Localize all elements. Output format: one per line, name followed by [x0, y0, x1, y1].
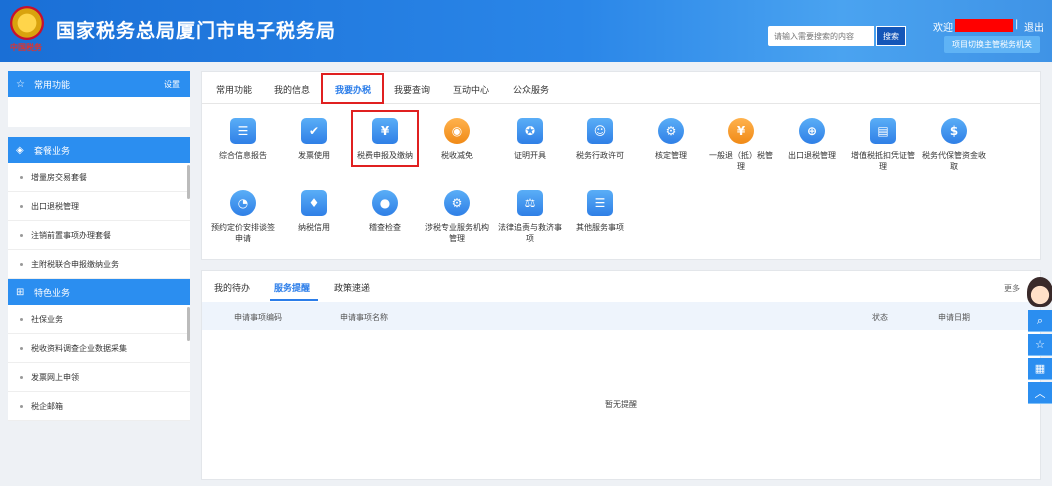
report-icon: ☰ [230, 118, 256, 144]
tab-interaction[interactable]: 互动中心 [453, 83, 489, 96]
compass-icon: ◔ [230, 190, 256, 216]
service-item[interactable]: ▤ 增值税抵扣凭证管理 [848, 118, 918, 172]
assistant-avatar-icon[interactable] [1027, 277, 1052, 307]
site-title: 国家税务总局厦门市电子税务局 [56, 20, 337, 42]
sidebar-item[interactable]: 社保业务 [8, 305, 190, 334]
sidebar-section-label: 特色业务 [34, 288, 71, 299]
more-link[interactable]: 更多 [1004, 283, 1020, 294]
welcome-text: 欢迎 [933, 23, 953, 34]
sidebar-item[interactable]: 主附税联合申报缴纳业务 [8, 250, 190, 279]
highlight-box [321, 73, 384, 104]
grid-icon: ⊞ [16, 286, 25, 298]
special-list: 社保业务 税收资料调查企业数据采集 发票网上申领 税企邮箱 [8, 305, 190, 421]
service-item[interactable]: ⚙ 涉税专业服务机构管理 [422, 190, 492, 244]
service-item[interactable]: ✔ 发票使用 [279, 118, 349, 161]
credit-shield-icon: ♦ [301, 190, 327, 216]
document-list-icon: ☰ [587, 190, 613, 216]
emblem-text: 中国税务 [10, 42, 42, 52]
search-input[interactable] [768, 26, 874, 46]
tab-my-info[interactable]: 我的信息 [274, 83, 310, 96]
coin-icon: ◉ [444, 118, 470, 144]
column-header: 状态 [872, 313, 888, 322]
active-tab-underline [270, 299, 318, 301]
common-functions-area [8, 97, 190, 127]
refund-icon: ¥ [728, 118, 754, 144]
sidebar: ☆ 常用功能 设置 ◈ 套餐业务 增量房交易套餐 出口退税管理 注销前置事项办理… [8, 71, 190, 421]
money-bag-icon: $ [941, 118, 967, 144]
service-item[interactable]: ⊕ 出口退税管理 [777, 118, 847, 161]
search-button[interactable]: 搜索 [876, 26, 906, 46]
sidebar-section-common[interactable]: ☆ 常用功能 设置 [8, 71, 190, 97]
service-item[interactable]: $ 税务代保管资金收取 [919, 118, 989, 172]
service-item[interactable]: ● 稽查检查 [350, 190, 420, 233]
chevron-up-icon[interactable]: ︿ [1028, 382, 1052, 404]
voucher-icon: ▤ [870, 118, 896, 144]
license-icon: ☺ [587, 118, 613, 144]
user-gear-icon: ⚙ [658, 118, 684, 144]
switch-tax-office-button[interactable]: 项目切换主管税务机关 [944, 36, 1040, 53]
tab-common[interactable]: 常用功能 [216, 83, 252, 96]
package-list: 增量房交易套餐 出口退税管理 注销前置事项办理套餐 主附税联合申报缴纳业务 [8, 163, 190, 279]
sidebar-section-special[interactable]: ⊞ 特色业务 [8, 279, 190, 305]
header-separator: | [1015, 19, 1019, 30]
service-panel: 常用功能 我的信息 我要办税 我要查询 互动中心 公众服务 ☰ 综合信息报告 ✔ 发… [201, 71, 1041, 260]
certificate-icon: ✪ [517, 118, 543, 144]
service-item[interactable]: ✪ 证明开具 [495, 118, 565, 161]
service-item[interactable]: ¥ 一般退（抵）税管理 [706, 118, 776, 172]
star-icon: ☆ [16, 78, 25, 90]
tab-public-service[interactable]: 公众服务 [513, 83, 549, 96]
sidebar-section-package[interactable]: ◈ 套餐业务 [8, 137, 190, 163]
sidebar-setting-link[interactable]: 设置 [164, 79, 180, 90]
column-header: 申请事项名称 [340, 313, 388, 322]
sidebar-section-label: 常用功能 [34, 80, 71, 91]
layers-icon: ◈ [16, 144, 24, 156]
scrollbar[interactable] [187, 307, 190, 341]
service-item[interactable]: ◉ 税收减免 [422, 118, 492, 161]
table-header: 申请事项编码 申请事项名称 状态 申请日期 [202, 302, 1040, 330]
inspector-icon: ● [372, 190, 398, 216]
star-icon[interactable]: ☆ [1028, 334, 1052, 356]
agency-user-icon: ⚙ [444, 190, 470, 216]
sidebar-item[interactable]: 出口退税管理 [8, 192, 190, 221]
column-header: 申请日期 [938, 313, 970, 322]
sidebar-item[interactable]: 税收资料调查企业数据采集 [8, 334, 190, 363]
sidebar-item[interactable]: 增量房交易套餐 [8, 163, 190, 192]
calculator-icon[interactable]: ▦ [1028, 358, 1052, 380]
service-item[interactable]: ◔ 预约定价安排谈签申请 [208, 190, 278, 244]
redacted-username [955, 19, 1013, 32]
service-item[interactable]: ⚙ 核定管理 [636, 118, 706, 161]
service-item[interactable]: ♦ 纳税信用 [279, 190, 349, 233]
service-item[interactable]: ☰ 综合信息报告 [208, 118, 278, 161]
invoice-icon: ✔ [301, 118, 327, 144]
gavel-icon: ⚖ [517, 190, 543, 216]
tab-policy-express[interactable]: 政策速递 [334, 281, 370, 294]
logout-link[interactable]: 退出 [1024, 19, 1044, 34]
service-item[interactable]: ☺ 税务行政许可 [565, 118, 635, 161]
tab-my-todo[interactable]: 我的待办 [214, 281, 250, 294]
reminder-panel: 我的待办 服务提醒 政策速递 更多 申请事项编码 申请事项名称 状态 申请日期 … [201, 270, 1041, 480]
service-item[interactable]: ☰ 其他服务事项 [565, 190, 635, 233]
service-item[interactable]: ⚖ 法律追责与救济事项 [495, 190, 565, 244]
tab-query[interactable]: 我要查询 [394, 83, 430, 96]
tab-service-reminder[interactable]: 服务提醒 [274, 281, 310, 294]
sidebar-item[interactable]: 税企邮箱 [8, 392, 190, 421]
tax-emblem-icon [10, 6, 44, 40]
sidebar-section-label: 套餐业务 [34, 146, 71, 157]
highlight-box [351, 110, 419, 167]
top-header: 中国税务 国家税务总局厦门市电子税务局 搜索 欢迎 | 退出 项目切换主管税务机… [0, 0, 1052, 62]
empty-state-text: 暂无提醒 [605, 400, 637, 409]
column-header: 申请事项编码 [234, 313, 282, 322]
scrollbar[interactable] [187, 165, 190, 199]
sidebar-item[interactable]: 注销前置事项办理套餐 [8, 221, 190, 250]
search-doc-icon[interactable]: ⌕ [1028, 310, 1052, 332]
globe-icon: ⊕ [799, 118, 825, 144]
sidebar-item[interactable]: 发票网上申领 [8, 363, 190, 392]
